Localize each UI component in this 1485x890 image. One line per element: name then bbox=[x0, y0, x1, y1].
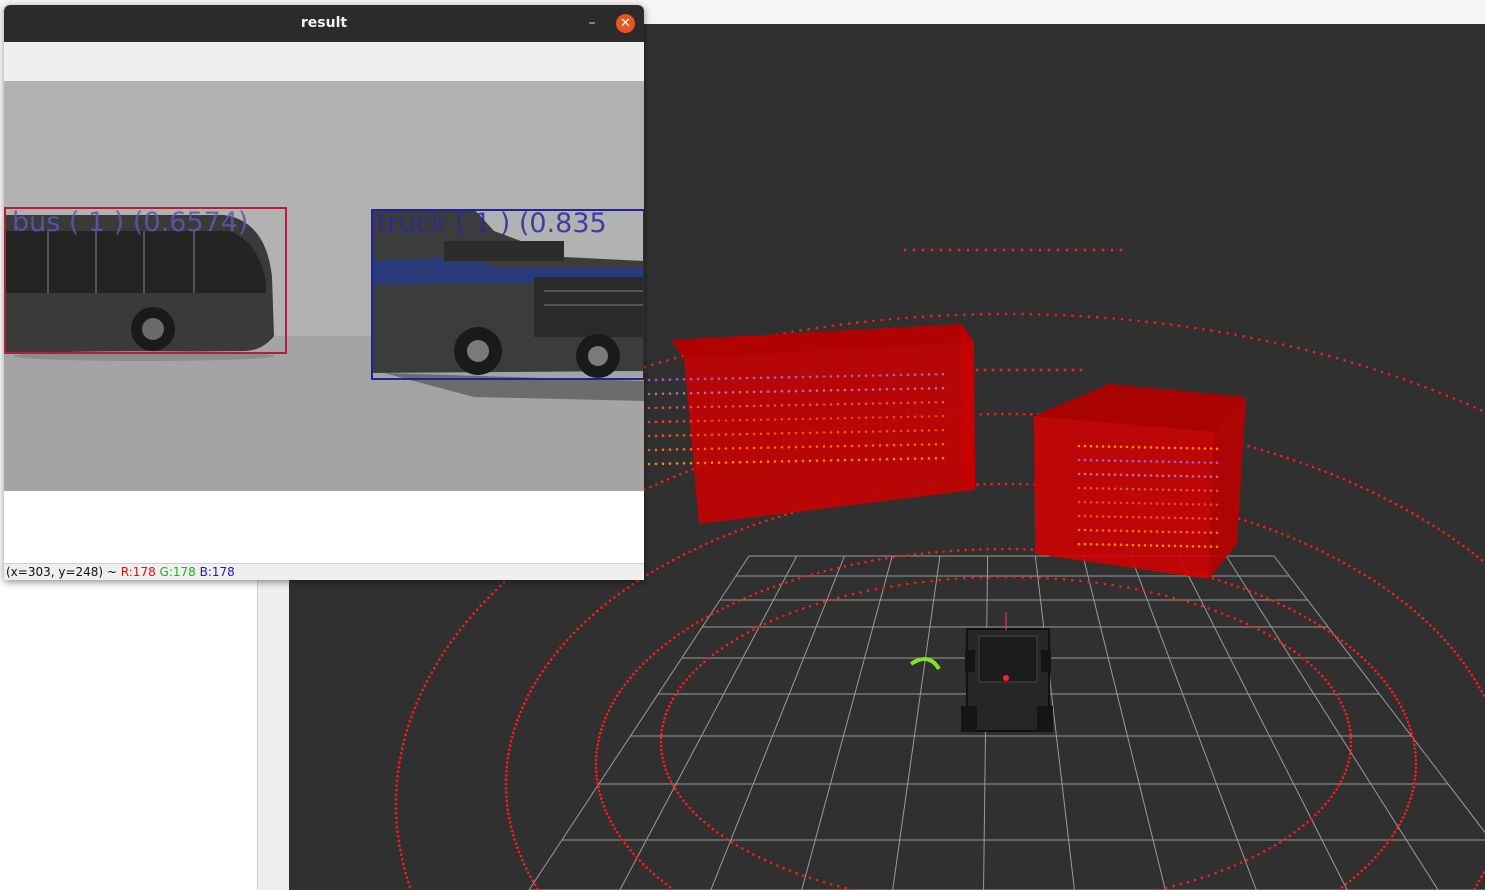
minimize-button[interactable]: – bbox=[582, 14, 602, 34]
pixel-info-statusbar: (x=303, y=248) ~ R:178 G:178 B:178 bbox=[4, 563, 644, 580]
close-button[interactable]: ✕ bbox=[616, 14, 635, 33]
bounding-box-right[interactable] bbox=[1034, 384, 1246, 579]
camera-frame bbox=[4, 81, 644, 491]
window-toolbar bbox=[4, 42, 644, 81]
bounding-box-left[interactable] bbox=[671, 324, 975, 524]
status-coords: (x=303, y=248) ~ bbox=[6, 565, 121, 579]
detection-image[interactable]: bus ( 1 ) (0.6574) truck ( 1 ) (0.835 bbox=[4, 81, 644, 491]
truck-detection-label: truck ( 1 ) (0.835 bbox=[377, 208, 607, 239]
window-title: result bbox=[300, 15, 348, 31]
window-empty-area bbox=[4, 491, 644, 563]
bus-detection-label: bus ( 1 ) (0.6574) bbox=[12, 207, 249, 238]
status-green: G:178 bbox=[159, 565, 196, 579]
result-window[interactable]: result – ✕ bus (1) (0.6574) truck (1 … bbox=[4, 5, 644, 580]
status-red: R:178 bbox=[120, 565, 156, 579]
vehicle-model bbox=[961, 612, 1053, 732]
status-blue: B:178 bbox=[199, 565, 235, 579]
